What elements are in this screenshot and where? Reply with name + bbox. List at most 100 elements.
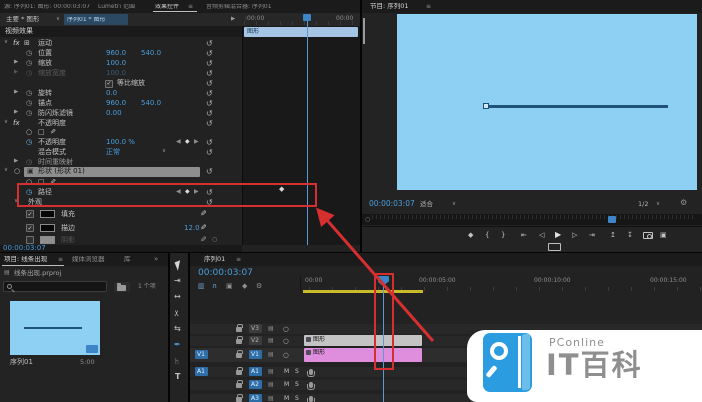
fill-color-swatch[interactable] xyxy=(40,210,55,218)
step-back-button[interactable] xyxy=(539,232,544,239)
track-a2-box[interactable]: A2 xyxy=(249,380,262,389)
mute-button[interactable]: M xyxy=(284,369,289,375)
step-forward-button[interactable] xyxy=(572,232,577,239)
track-a3-box[interactable]: A3 xyxy=(249,394,262,402)
solo-button[interactable]: S xyxy=(295,382,299,388)
nest-insert-icon[interactable] xyxy=(198,283,205,290)
pen-mask-icon[interactable] xyxy=(50,129,56,136)
export-frame-button[interactable] xyxy=(643,232,653,239)
comparison-view-button[interactable] xyxy=(660,232,667,239)
opacity-value[interactable]: 100.0 % xyxy=(106,139,135,146)
master-clip-label[interactable]: 主要 * 图形 xyxy=(6,16,39,23)
program-fit-select[interactable]: 适合 xyxy=(420,201,433,208)
collapse-icon[interactable] xyxy=(4,40,8,46)
add-marker-button[interactable] xyxy=(468,232,473,239)
track-v3-box[interactable]: V3 xyxy=(249,324,262,333)
program-scrollbar[interactable] xyxy=(363,18,365,44)
lock-icon[interactable] xyxy=(236,327,242,332)
tab-libraries[interactable]: 库 xyxy=(124,256,131,263)
clip-graphic-v1[interactable]: 图形 xyxy=(304,348,422,362)
next-keyframe-icon[interactable] xyxy=(194,139,199,145)
anchor-y-value[interactable]: 540.0 xyxy=(141,100,161,107)
ec-playhead-line[interactable] xyxy=(307,14,308,245)
shadow-option-icon[interactable] xyxy=(212,237,217,243)
project-filename[interactable]: 线条出现.prproj xyxy=(14,270,61,277)
playback-resolution-select[interactable]: 1/2 xyxy=(638,201,648,208)
prev-keyframe-icon[interactable] xyxy=(176,139,181,145)
panel-menu-icon[interactable] xyxy=(58,257,63,263)
reset-icon[interactable] xyxy=(206,110,213,118)
track-output-icon[interactable] xyxy=(283,352,289,359)
selection-tool[interactable] xyxy=(175,260,184,271)
line-graphic[interactable] xyxy=(487,105,668,108)
reset-icon[interactable] xyxy=(206,50,213,58)
stopwatch-icon-active[interactable] xyxy=(26,139,32,146)
ec-mini-timeline[interactable] xyxy=(242,26,360,245)
sync-lock-icon[interactable] xyxy=(268,338,274,344)
sync-lock-icon[interactable] xyxy=(268,396,274,402)
expand-icon[interactable] xyxy=(14,60,18,66)
mute-button[interactable]: M xyxy=(284,382,289,388)
hand-tool[interactable] xyxy=(174,357,181,365)
tab-project[interactable]: 项目: 线条出现 xyxy=(4,256,47,263)
sequence-thumbnail[interactable] xyxy=(10,301,100,355)
shadow-checkbox[interactable] xyxy=(26,236,34,244)
stopwatch-icon[interactable] xyxy=(26,50,32,57)
work-area-bar[interactable] xyxy=(303,290,423,293)
rect-mask-icon[interactable] xyxy=(38,129,45,136)
reset-icon[interactable] xyxy=(206,100,213,108)
voiceover-mic-icon[interactable] xyxy=(309,396,313,402)
pen-tool-selected[interactable] xyxy=(174,341,181,349)
lock-icon[interactable] xyxy=(236,353,242,358)
panel-menu-icon[interactable] xyxy=(236,257,241,263)
tab-audio-mixer[interactable]: 音频剪辑混合器: 序列01 xyxy=(206,4,302,10)
stopwatch-icon[interactable] xyxy=(26,159,32,166)
tab-program-monitor[interactable]: 节目: 序列01 xyxy=(370,3,409,10)
expand-icon[interactable] xyxy=(14,159,18,165)
anchor-x-value[interactable]: 960.0 xyxy=(106,100,126,107)
ec-playhead-marker[interactable] xyxy=(303,14,311,21)
reset-icon[interactable] xyxy=(206,60,213,68)
program-scrubber[interactable] xyxy=(362,214,702,225)
timeline-timecode[interactable]: 00:00:03:07 xyxy=(198,269,253,278)
program-timecode[interactable]: 00:00:03:07 xyxy=(369,200,415,208)
program-playhead-marker[interactable] xyxy=(608,216,616,223)
slip-tool[interactable] xyxy=(174,325,181,333)
source-patch-a1[interactable]: A1 xyxy=(195,367,208,376)
reset-icon[interactable] xyxy=(206,168,213,176)
sync-lock-icon[interactable] xyxy=(268,352,274,358)
sequence-clip-ref[interactable]: 序列01 * 图形 xyxy=(64,14,128,25)
snap-magnet-icon[interactable] xyxy=(212,283,217,290)
tab-media-browser[interactable]: 媒体浏览器 xyxy=(72,256,105,263)
tab-sequence[interactable]: 序列01 xyxy=(204,256,225,263)
voiceover-mic-icon[interactable] xyxy=(309,382,313,388)
rotation-value[interactable]: 0.0 xyxy=(106,90,117,97)
collapse-icon[interactable] xyxy=(4,168,8,174)
shape-layer-selected-bar[interactable]: 形状 (形状 01) xyxy=(24,167,200,177)
fill-eyedropper-icon[interactable] xyxy=(200,210,207,218)
sync-lock-icon[interactable] xyxy=(268,382,274,388)
source-patch-v1[interactable]: V1 xyxy=(195,350,208,359)
reset-icon[interactable] xyxy=(206,90,213,98)
fill-checkbox[interactable] xyxy=(26,210,34,218)
reset-icon[interactable] xyxy=(206,120,213,128)
add-marker-icon[interactable] xyxy=(242,283,247,290)
program-video-frame[interactable] xyxy=(397,14,697,190)
track-a1-box[interactable]: A1 xyxy=(249,367,262,376)
search-input[interactable] xyxy=(3,281,107,292)
shadow-eyedropper-icon[interactable] xyxy=(200,236,207,244)
lock-icon[interactable] xyxy=(236,397,242,402)
razor-tool[interactable] xyxy=(173,310,181,317)
panel-menu-icon[interactable] xyxy=(188,4,193,10)
panel-menu-icon[interactable] xyxy=(426,4,431,10)
stroke-color-swatch[interactable] xyxy=(40,224,55,232)
ec-timecode[interactable]: 00:00:03:07 xyxy=(3,245,46,252)
settings-wrench-icon[interactable] xyxy=(680,199,687,207)
track-select-tool[interactable] xyxy=(174,277,181,285)
stopwatch-icon[interactable] xyxy=(26,100,32,107)
go-to-out-button[interactable] xyxy=(589,232,595,239)
tab-source-monitor[interactable]: 源: 序列01: 图形: 00:00:03:07 xyxy=(4,4,90,10)
lock-icon[interactable] xyxy=(236,383,242,388)
sync-lock-icon[interactable] xyxy=(268,369,274,375)
reset-icon[interactable] xyxy=(206,139,213,147)
